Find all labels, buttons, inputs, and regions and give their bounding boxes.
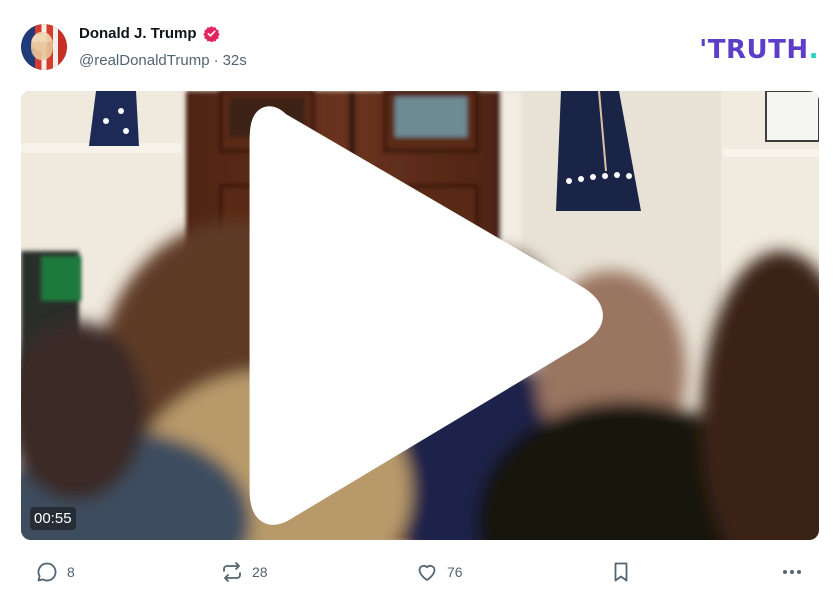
more-options-button[interactable] [780, 560, 804, 584]
meta-separator: · [213, 52, 219, 69]
heart-icon [418, 564, 436, 581]
retruth-icon [223, 562, 241, 582]
retruth-count: 28 [252, 564, 268, 580]
author-handle[interactable]: @realDonaldTrump [79, 52, 210, 69]
reply-button[interactable]: 8 [35, 560, 75, 584]
more-icon [783, 570, 801, 574]
post-actions: 8 28 76 [0, 560, 840, 590]
reply-count: 8 [67, 564, 75, 580]
verified-badge-icon [202, 26, 220, 42]
author-meta: @realDonaldTrump · 32s [79, 52, 247, 69]
logo-dot: . [808, 35, 819, 65]
bookmark-icon [614, 562, 628, 582]
author-name[interactable]: Donald J. Trump [79, 25, 197, 42]
author-name-row: Donald J. Trump [79, 25, 220, 42]
video-player[interactable]: 00:55 [21, 91, 819, 540]
post-time[interactable]: 32s [223, 52, 247, 69]
post-header: Donald J. Trump @realDonaldTrump · 32s '… [21, 24, 819, 74]
truth-logo[interactable]: 'TRUTH. [699, 35, 819, 65]
play-icon[interactable] [21, 91, 819, 540]
avatar[interactable] [21, 24, 67, 70]
video-duration: 00:55 [30, 507, 76, 530]
reply-icon [37, 562, 57, 582]
like-count: 76 [447, 564, 463, 580]
bookmark-button[interactable] [609, 560, 633, 584]
retruth-button[interactable]: 28 [220, 560, 268, 584]
like-button[interactable]: 76 [415, 560, 463, 584]
logo-text: TRUTH [707, 35, 809, 65]
